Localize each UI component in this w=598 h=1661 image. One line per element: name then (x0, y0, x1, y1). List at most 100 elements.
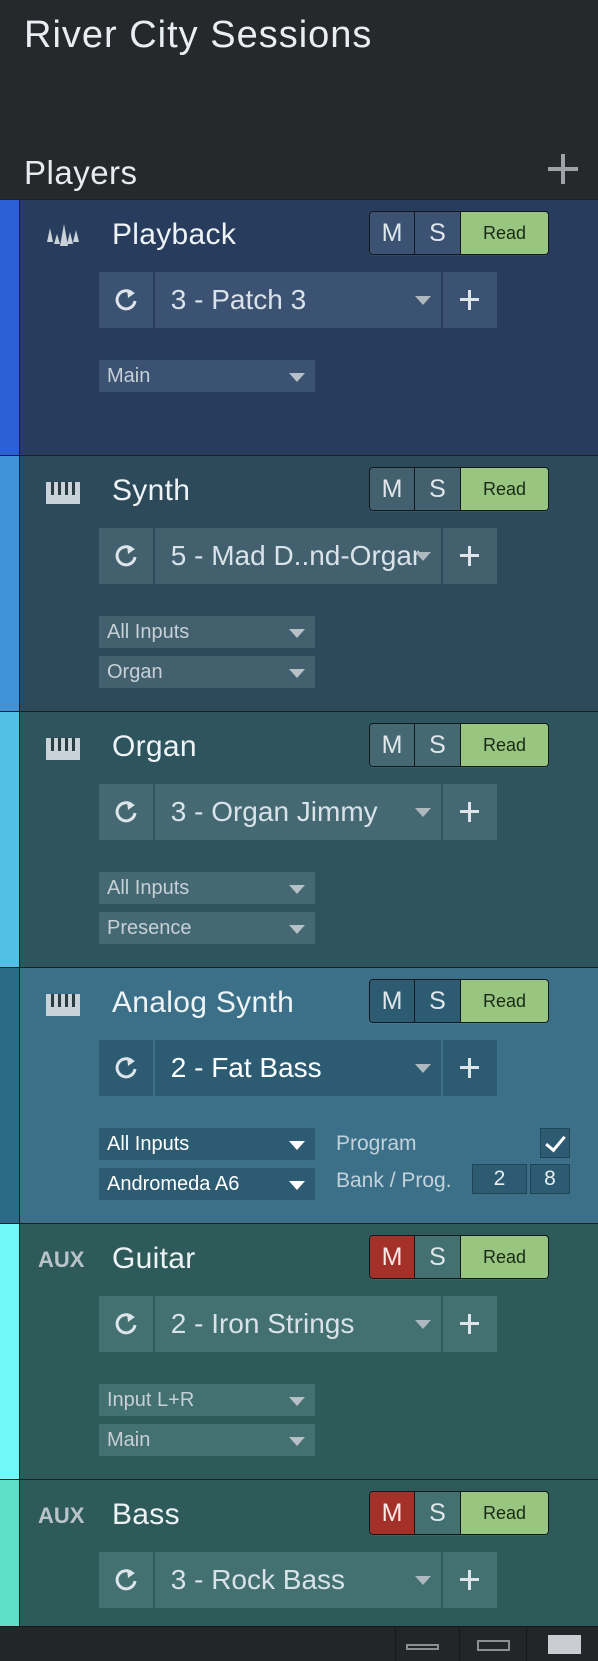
track-playback[interactable]: Playback M S Read 3 - Patch 3 Main (0, 199, 598, 455)
output-select[interactable]: Main (99, 360, 315, 392)
track-bass[interactable]: AUX Bass M S Read 3 - Rock Bass (0, 1479, 598, 1626)
input-select[interactable]: All Inputs (99, 1128, 315, 1160)
chevron-down-icon (289, 629, 305, 638)
msr-button-group: M S Read (369, 723, 549, 767)
track-name: Playback (112, 218, 237, 251)
track-name: Organ (112, 730, 197, 763)
track-color-stripe (0, 1480, 20, 1626)
track-color-stripe (0, 456, 20, 711)
add-patch-button[interactable] (443, 1040, 498, 1096)
solo-button[interactable]: S (415, 1236, 461, 1278)
msr-button-group: M S Read (369, 467, 549, 511)
output-select[interactable]: Main (99, 1424, 315, 1456)
mute-button[interactable]: M (370, 212, 415, 254)
automation-read-button[interactable]: Read (461, 724, 548, 766)
mute-button[interactable]: M (370, 980, 415, 1022)
bank-field[interactable]: 2 (472, 1164, 527, 1194)
select-value: All Inputs (107, 1133, 190, 1155)
add-patch-button[interactable] (443, 784, 498, 840)
input-select[interactable]: Input L+R (99, 1384, 315, 1416)
cycle-arrow-icon[interactable] (99, 1040, 153, 1096)
patch-dropdown[interactable]: 2 - Iron Strings (154, 1296, 442, 1352)
aux-icon: AUX (38, 1503, 84, 1531)
automation-read-button[interactable]: Read (461, 1492, 548, 1534)
cycle-arrow-icon[interactable] (99, 784, 153, 840)
mute-button[interactable]: M (370, 1236, 415, 1278)
patch-selector: 3 - Rock Bass (99, 1552, 498, 1608)
cycle-arrow-icon[interactable] (99, 1296, 153, 1352)
small-view-icon[interactable] (395, 1627, 459, 1661)
patch-dropdown[interactable]: 3 - Rock Bass (154, 1552, 442, 1608)
mute-button[interactable]: M (370, 468, 415, 510)
add-player-button[interactable] (546, 152, 580, 186)
patch-name: 3 - Organ Jimmy (170, 796, 378, 827)
add-patch-button[interactable] (443, 528, 498, 584)
patch-dropdown[interactable]: 3 - Patch 3 (154, 272, 442, 328)
track-body: Organ M S Read 3 - Organ Jimmy All Inputs Pres… (21, 712, 598, 967)
select-value: All Inputs (107, 877, 190, 899)
patch-name: 2 - Fat Bass (170, 1052, 322, 1083)
input-select[interactable]: All Inputs (99, 616, 315, 648)
select-value: Presence (107, 917, 192, 939)
cycle-arrow-icon[interactable] (99, 272, 153, 328)
automation-read-button[interactable]: Read (461, 468, 548, 510)
waveform-icon (45, 222, 85, 250)
solo-button[interactable]: S (415, 724, 461, 766)
track-synth[interactable]: Synth M S Read 5 - Mad D..nd-Organ All Inputs… (0, 455, 598, 711)
patch-selector: 2 - Iron Strings (99, 1296, 498, 1352)
solo-button[interactable]: S (415, 1492, 461, 1534)
msr-button-group: M S Read (369, 1491, 549, 1535)
aux-label: AUX (38, 1503, 85, 1528)
automation-read-button[interactable]: Read (461, 1236, 548, 1278)
track-body: AUX Bass M S Read 3 - Rock Bass (21, 1480, 598, 1626)
large-view-icon[interactable] (526, 1627, 598, 1661)
patch-dropdown[interactable]: 5 - Mad D..nd-Organ (154, 528, 442, 584)
keyboard-icon (45, 992, 85, 1020)
patch-name: 3 - Patch 3 (170, 284, 307, 315)
chevron-down-icon (415, 808, 432, 817)
track-body: Analog Synth M S Read 2 - Fat Bass All Inputs… (21, 968, 598, 1223)
program-label: Program (336, 1132, 417, 1155)
msr-button-group: M S Read (369, 979, 549, 1023)
chevron-down-icon (415, 1064, 432, 1073)
patch-selector: 2 - Fat Bass (99, 1040, 498, 1096)
automation-read-button[interactable]: Read (461, 980, 548, 1022)
cycle-arrow-icon[interactable] (99, 528, 153, 584)
select-value: Main (107, 1429, 151, 1451)
cycle-arrow-icon[interactable] (99, 1552, 153, 1608)
patch-dropdown[interactable]: 2 - Fat Bass (154, 1040, 442, 1096)
track-color-stripe (0, 968, 20, 1223)
prog-field[interactable]: 8 (530, 1164, 570, 1194)
track-analog-synth[interactable]: Analog Synth M S Read 2 - Fat Bass All Inputs… (0, 967, 598, 1223)
section-title: Players (24, 154, 138, 191)
select-value: Organ (107, 661, 163, 683)
chevron-down-icon (289, 885, 305, 894)
output-select[interactable]: Presence (99, 912, 315, 944)
mute-button[interactable]: M (370, 1492, 415, 1534)
output-select[interactable]: Andromeda A6 (99, 1168, 315, 1200)
add-patch-button[interactable] (443, 1552, 498, 1608)
msr-button-group: M S Read (369, 1235, 549, 1279)
input-select[interactable]: All Inputs (99, 872, 315, 904)
chevron-down-icon (415, 296, 432, 305)
solo-button[interactable]: S (415, 212, 461, 254)
patch-name: 3 - Rock Bass (170, 1564, 346, 1595)
output-select[interactable]: Organ (99, 656, 315, 688)
select-value: Input L+R (107, 1389, 195, 1411)
add-patch-button[interactable] (443, 1296, 498, 1352)
track-organ[interactable]: Organ M S Read 3 - Organ Jimmy All Inputs Pres… (0, 711, 598, 967)
aux-icon: AUX (38, 1247, 84, 1275)
solo-button[interactable]: S (415, 468, 461, 510)
track-body: Playback M S Read 3 - Patch 3 Main (21, 200, 598, 455)
automation-read-button[interactable]: Read (461, 212, 548, 254)
track-color-stripe (0, 712, 20, 967)
add-patch-button[interactable] (443, 272, 498, 328)
patch-dropdown[interactable]: 3 - Organ Jimmy (154, 784, 442, 840)
solo-button[interactable]: S (415, 980, 461, 1022)
medium-view-icon[interactable] (459, 1627, 526, 1661)
track-guitar[interactable]: AUX Guitar M S Read 2 - Iron Strings Input L+R… (0, 1223, 598, 1479)
program-checkbox[interactable] (540, 1128, 570, 1158)
mute-button[interactable]: M (370, 724, 415, 766)
track-body: AUX Guitar M S Read 2 - Iron Strings Input L+R… (21, 1224, 598, 1479)
patch-name: 2 - Iron Strings (170, 1308, 355, 1339)
